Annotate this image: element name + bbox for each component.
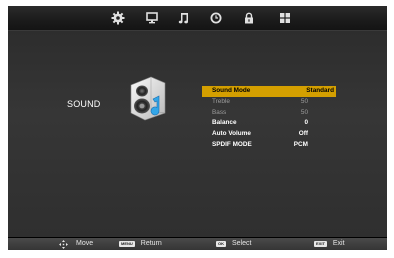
menu-item-auto-volume[interactable]: Auto Volume Off [202,129,336,140]
music-note-icon [178,13,188,24]
menu-item-value: 50 [300,108,308,116]
hint-return: MENU Return [119,238,162,250]
menu-item-treble[interactable]: Treble 50 [202,97,336,108]
menu-item-label: Balance [212,119,237,127]
menu-item-label: Auto Volume [212,130,251,138]
menu-item-bass[interactable]: Bass 50 [202,108,336,119]
monitor-icon [146,12,158,24]
menu-tab-bar [8,6,387,31]
tab-setup[interactable] [276,9,294,27]
menu-item-sound-mode[interactable]: Sound Mode Standard [202,86,336,97]
menu-key-badge: MENU [119,241,135,247]
sound-menu: Sound Mode Standard Treble 50 Bass 50 Ba… [202,86,336,151]
menu-item-label: Treble [212,97,230,105]
tv-screen: SOUND Sound Mode Standard Treble 50 Bass… [8,6,387,250]
hint-exit: EXIT Exit [314,238,345,250]
tab-time[interactable] [207,9,225,27]
menu-item-value: PCM [293,140,308,148]
page-title: SOUND [67,99,101,109]
tab-screen[interactable] [143,9,161,27]
menu-item-label: Sound Mode [212,87,251,94]
menu-item-label: SPDIF MODE [212,140,252,148]
hint-move-label: Move [76,240,94,247]
menu-item-value: 0 [304,119,308,127]
exit-key-badge: EXIT [314,241,327,247]
menu-item-value: 50 [300,97,308,105]
hint-return-label: Return [140,240,162,247]
clock-icon [210,12,222,24]
menu-item-spdif-mode[interactable]: SPDIF MODE PCM [202,140,336,151]
grid-icon [280,13,290,23]
menu-item-value: Off [298,130,308,138]
hint-select-label: Select [232,240,252,247]
tab-picture[interactable] [109,9,127,27]
menu-item-value: Standard [306,87,334,94]
speaker-icon [130,76,166,121]
menu-item-balance[interactable]: Balance 0 [202,118,336,129]
hint-move: Move [59,238,93,250]
menu-item-label: Bass [212,108,227,116]
dpad-icon [59,239,68,249]
tab-lock[interactable] [240,9,258,27]
ok-key-badge: OK [216,241,226,247]
tab-sound[interactable] [175,9,193,27]
lock-icon [245,12,253,24]
help-bar: Move MENU Return OK Select EXIT Exit [8,238,387,250]
hint-select: OK Select [216,238,251,250]
hint-exit-label: Exit [332,240,345,247]
gear-icon [111,11,125,25]
